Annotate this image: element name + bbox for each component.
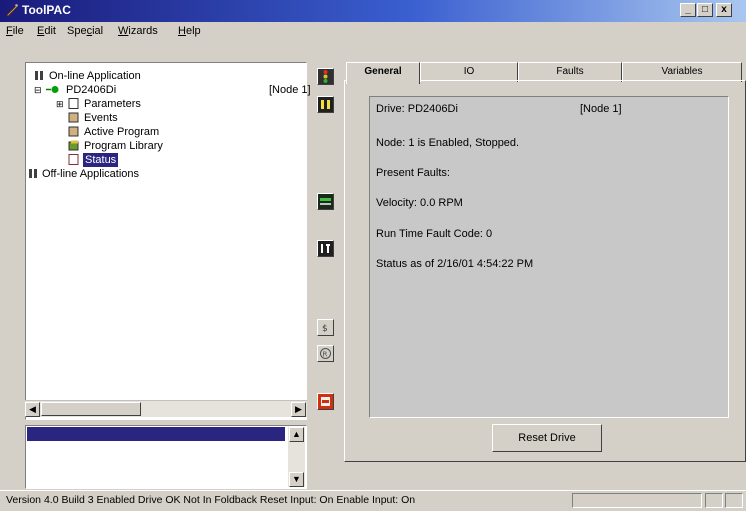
active-program-icon	[68, 126, 79, 137]
document-icon	[68, 98, 79, 109]
traffic-light-icon	[323, 70, 328, 83]
program-library-icon	[68, 140, 79, 151]
tree-label-offline: Off-line Applications	[42, 168, 140, 180]
menu-help-label: elp	[185, 25, 201, 37]
toolpac-window: ToolPAC _ □ x File Edit Special Wizards …	[0, 0, 746, 523]
horizontal-scroll-thumb[interactable]	[41, 402, 141, 416]
drive-display-tool-icon[interactable]	[317, 193, 334, 210]
menu-file-label: ile	[12, 25, 24, 37]
message-vertical-scrollbar[interactable]: ▲ ▼	[288, 427, 305, 487]
register-tool-icon[interactable]: R	[317, 345, 334, 362]
stop-icon	[321, 397, 330, 406]
traffic-light-tool-icon[interactable]	[317, 68, 334, 85]
status-bar-cell-1	[705, 493, 723, 508]
pause-tool-icon[interactable]	[317, 96, 334, 113]
status-bar-cell-empty	[572, 493, 702, 508]
svg-text:R: R	[323, 351, 328, 359]
drive-status-panel: Drive: PD2406Di [Node 1] Node: 1 is Enab…	[369, 96, 729, 418]
menu-file[interactable]: File	[6, 25, 24, 37]
status-bar: Version 4.0 Build 3 Enabled Drive OK Not…	[0, 490, 746, 511]
events-icon	[68, 112, 79, 123]
menu-bar: File Edit Special Wizards Help	[0, 22, 746, 42]
online-app-icon	[35, 71, 43, 80]
drive-node-icon	[46, 86, 59, 93]
collapse-minus-icon[interactable]: ⊟	[34, 83, 42, 97]
pause-icon	[321, 100, 330, 109]
bottom-edge	[0, 511, 746, 523]
menu-wizards[interactable]: Wizards	[118, 25, 158, 37]
status-velocity: Velocity: 0.0 RPM	[376, 197, 463, 209]
menu-help-accel: H	[178, 25, 186, 37]
display-icon	[320, 198, 331, 205]
menu-special-label: ial	[92, 25, 104, 37]
tree-label-online: On-line Application	[49, 70, 141, 82]
tree-label-program-library: Program Library	[84, 140, 163, 152]
menu-special-pre: Spe	[67, 25, 87, 37]
reset-drive-button[interactable]: Reset Drive	[492, 424, 602, 452]
units-icon: $	[322, 324, 328, 334]
tab-faults[interactable]: Faults	[518, 62, 622, 82]
registered-icon: R	[320, 348, 331, 359]
menu-special[interactable]: Special	[67, 25, 103, 37]
status-drive-label: Drive: PD2406Di	[376, 103, 458, 115]
status-timestamp: Status as of 2/16/01 4:54:22 PM	[376, 258, 534, 270]
expand-plus-icon[interactable]: ⊞	[56, 97, 64, 111]
stop-tool-icon[interactable]	[317, 393, 334, 410]
io-icon	[321, 244, 330, 253]
close-button[interactable]: x	[716, 3, 732, 17]
svg-text:$: $	[322, 324, 328, 334]
tree-label-events: Events	[84, 112, 118, 124]
status-present-faults: Present Faults:	[376, 167, 450, 179]
menu-file-accel: F	[6, 25, 13, 37]
scroll-up-arrow-icon[interactable]: ▲	[289, 427, 304, 442]
status-drive-node: [Node 1]	[580, 103, 622, 115]
scroll-right-arrow-icon[interactable]: ▶	[291, 402, 306, 417]
status-node-state: Node: 1 is Enabled, Stopped.	[376, 137, 520, 149]
toolpac-app-icon	[6, 3, 19, 17]
tree-horizontal-scrollbar[interactable]: ◀ ▶	[25, 400, 307, 417]
tab-general[interactable]: General	[346, 62, 420, 84]
tree-label-node: [Node 1]	[269, 84, 311, 96]
menu-wizards-label: izards	[128, 25, 158, 37]
title-bar[interactable]: ToolPAC _ □ x	[0, 0, 746, 22]
tab-io[interactable]: IO	[420, 62, 518, 82]
tree-label-drive: PD2406Di	[66, 84, 117, 96]
status-doc-icon	[68, 154, 79, 165]
tab-strip: General IO Faults Variables	[344, 62, 746, 84]
menu-help[interactable]: Help	[178, 25, 201, 37]
status-bar-cell-2	[725, 493, 743, 508]
offline-app-icon	[29, 169, 37, 178]
maximize-button[interactable]: □	[697, 3, 713, 17]
tree-label-active-program: Active Program	[84, 126, 160, 138]
minimize-button[interactable]: _	[680, 3, 696, 17]
status-bar-text: Version 4.0 Build 3 Enabled Drive OK Not…	[6, 494, 416, 506]
tab-variables[interactable]: Variables	[622, 62, 742, 82]
status-fault-code: Run Time Fault Code: 0	[376, 228, 493, 240]
menu-wizards-accel: W	[118, 25, 129, 37]
menu-edit[interactable]: Edit	[37, 25, 56, 37]
message-list[interactable]: ▲ ▼	[25, 425, 307, 489]
units-tool-icon[interactable]: $	[317, 319, 334, 336]
tree-label-status-selected: Status	[83, 153, 119, 167]
tree-label-parameters: Parameters	[84, 98, 141, 110]
application-tree[interactable]: On-line Application ⊟ PD2406Di [Node 1] …	[25, 62, 311, 420]
scroll-down-arrow-icon[interactable]: ▼	[289, 472, 304, 487]
menu-edit-label: dit	[44, 25, 56, 37]
scroll-left-arrow-icon[interactable]: ◀	[25, 402, 40, 417]
message-selected-row[interactable]	[27, 427, 285, 441]
window-title: ToolPAC	[22, 3, 71, 17]
io-tool-icon[interactable]	[317, 240, 334, 257]
tree-item-drive[interactable]: ⊟ PD2406Di [Node 1]	[34, 83, 311, 97]
